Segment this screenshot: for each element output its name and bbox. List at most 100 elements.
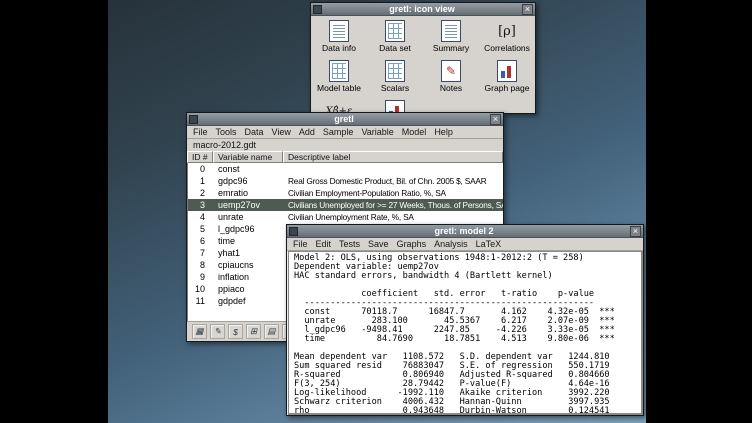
- cell-variable-name: uemp27ov: [214, 199, 284, 211]
- cell-id: 0: [188, 163, 214, 175]
- window-menu-icon[interactable]: [189, 115, 198, 124]
- cell-descriptive-label: Civilian Employment-Population Ratio, %,…: [284, 187, 503, 199]
- variable-row-const[interactable]: 0const: [188, 163, 503, 175]
- main-menubar: FileToolsDataViewAddSampleVariableModelH…: [187, 126, 503, 139]
- cell-id: 6: [188, 235, 214, 247]
- icon-label: Summary: [433, 43, 469, 53]
- icon-label: Data info: [322, 43, 356, 53]
- menu-add[interactable]: Add: [295, 126, 319, 139]
- menu-tools[interactable]: Tools: [212, 126, 241, 139]
- session-icon-view-icon[interactable]: ⊞: [246, 324, 261, 339]
- menu-help[interactable]: Help: [430, 126, 457, 139]
- icon-label: Data set: [379, 43, 411, 53]
- menu-tests[interactable]: Tests: [335, 238, 364, 251]
- icon-label: Scalars: [381, 83, 409, 93]
- cell-descriptive-label: Real Gross Domestic Product, Bil. of Chn…: [284, 175, 503, 187]
- cell-variable-name: gdpdef: [214, 295, 284, 307]
- main-titlebar[interactable]: gretl ×: [187, 113, 503, 126]
- menu-latex[interactable]: LaTeX: [472, 238, 506, 251]
- cell-id: 2: [188, 187, 214, 199]
- data-set-icon: [385, 20, 405, 42]
- session-item-scalars[interactable]: Scalars: [367, 58, 423, 98]
- variable-row-uemp27ov[interactable]: 3uemp27ovCivilians Unemployed for >= 27 …: [188, 199, 503, 211]
- cell-variable-name: emratio: [214, 187, 284, 199]
- column-header-c-label[interactable]: Descriptive label: [283, 151, 503, 163]
- menu-model[interactable]: Model: [398, 126, 431, 139]
- menu-analysis[interactable]: Analysis: [430, 238, 472, 251]
- menu-sample[interactable]: Sample: [319, 126, 358, 139]
- window-list-icon[interactable]: ▤: [264, 324, 279, 339]
- cell-id: 3: [188, 199, 214, 211]
- session-item-data-set[interactable]: Data set: [367, 18, 423, 58]
- menu-edit[interactable]: Edit: [312, 238, 336, 251]
- graph-page-icon: [497, 60, 517, 82]
- model-window: gretl: model 2 × FileEditTestsSaveGraphs…: [286, 224, 644, 416]
- cell-variable-name: unrate: [214, 211, 284, 223]
- close-icon[interactable]: ×: [630, 226, 641, 237]
- model-table-icon: [329, 60, 349, 82]
- menu-variable[interactable]: Variable: [357, 126, 397, 139]
- cell-id: 10: [188, 283, 214, 295]
- table-header: ID #Variable nameDescriptive label: [187, 151, 503, 163]
- cell-variable-name: gdpc96: [214, 175, 284, 187]
- window-menu-icon[interactable]: [289, 227, 298, 236]
- model-titlebar[interactable]: gretl: model 2 ×: [287, 225, 643, 238]
- session-item-data-info[interactable]: Data info: [311, 18, 367, 58]
- icon-label: Model table: [317, 83, 361, 93]
- cell-variable-name: cpiaucns: [214, 259, 284, 271]
- main-title: gretl: [201, 113, 487, 126]
- cell-id: 11: [188, 295, 214, 307]
- session-item-model-formula-icon[interactable]: Xβ̂+ε: [311, 98, 367, 113]
- menu-file[interactable]: File: [189, 126, 212, 139]
- column-header-c-name[interactable]: Variable name: [213, 151, 283, 163]
- cell-variable-name: yhat1: [214, 247, 284, 259]
- cell-variable-name: l_gdpc96: [214, 223, 284, 235]
- menu-view[interactable]: View: [268, 126, 295, 139]
- notes-icon: ✎: [441, 60, 461, 82]
- session-item-notes[interactable]: ✎Notes: [423, 58, 479, 98]
- cell-id: 4: [188, 211, 214, 223]
- column-header-c-id[interactable]: ID #: [187, 151, 213, 163]
- variable-row-unrate[interactable]: 4unrateCivilian Unemployment Rate, %, SA: [188, 211, 503, 223]
- icon-grid: Data info Data set Summary [ρ]Correlations M…: [311, 16, 535, 113]
- cell-id: 1: [188, 175, 214, 187]
- summary-icon: [441, 20, 461, 42]
- cell-variable-name: time: [214, 235, 284, 247]
- model-menubar: FileEditTestsSaveGraphsAnalysisLaTeX: [287, 238, 643, 251]
- icon-view-titlebar[interactable]: gretl: icon view ×: [311, 3, 535, 16]
- cell-descriptive-label: Civilians Unemployed for >= 27 Weeks, Th…: [284, 199, 503, 211]
- model-title: gretl: model 2: [301, 225, 627, 238]
- cell-id: 8: [188, 259, 214, 271]
- scalars-icon: [385, 60, 405, 82]
- session-item-correlations[interactable]: [ρ]Correlations: [479, 18, 535, 58]
- console-icon[interactable]: $: [228, 324, 243, 339]
- close-icon[interactable]: ×: [522, 4, 533, 15]
- window-menu-icon[interactable]: [313, 5, 322, 14]
- menu-graphs[interactable]: Graphs: [393, 238, 431, 251]
- session-item-summary[interactable]: Summary: [423, 18, 479, 58]
- correlations-icon: [ρ]: [497, 20, 517, 42]
- cell-id: 9: [188, 271, 214, 283]
- model-output-panel: Model 2: OLS, using observations 1948:1-…: [288, 251, 642, 414]
- screen: gretl: icon view × Data info Data set Summ…: [0, 0, 752, 423]
- cell-descriptive-label: Civilian Unemployment Rate, %, SA: [284, 211, 503, 223]
- close-icon[interactable]: ×: [490, 114, 501, 125]
- session-item-model-table[interactable]: Model table: [311, 58, 367, 98]
- new-script-icon[interactable]: ✎: [210, 324, 225, 339]
- variable-row-gdpc96[interactable]: 1gdpc96Real Gross Domestic Product, Bil.…: [188, 175, 503, 187]
- model-output: Model 2: OLS, using observations 1948:1-…: [289, 252, 641, 414]
- cell-variable-name: ppiaco: [214, 283, 284, 295]
- icon-label: Graph page: [485, 83, 530, 93]
- menu-data[interactable]: Data: [241, 126, 268, 139]
- menu-save[interactable]: Save: [364, 238, 393, 251]
- icon-view-title: gretl: icon view: [325, 3, 519, 16]
- icon-view-window: gretl: icon view × Data info Data set Summ…: [310, 2, 536, 114]
- dataset-name: macro-2012.gdt: [187, 139, 503, 151]
- menu-file[interactable]: File: [289, 238, 312, 251]
- variable-row-emratio[interactable]: 2emratioCivilian Employment-Population R…: [188, 187, 503, 199]
- session-item-graph-page[interactable]: Graph page: [479, 58, 535, 98]
- icon-label: Correlations: [484, 43, 530, 53]
- icon-label: Notes: [440, 83, 462, 93]
- session-item-plot-icon[interactable]: [367, 98, 423, 113]
- calculator-icon[interactable]: ▦: [192, 324, 207, 339]
